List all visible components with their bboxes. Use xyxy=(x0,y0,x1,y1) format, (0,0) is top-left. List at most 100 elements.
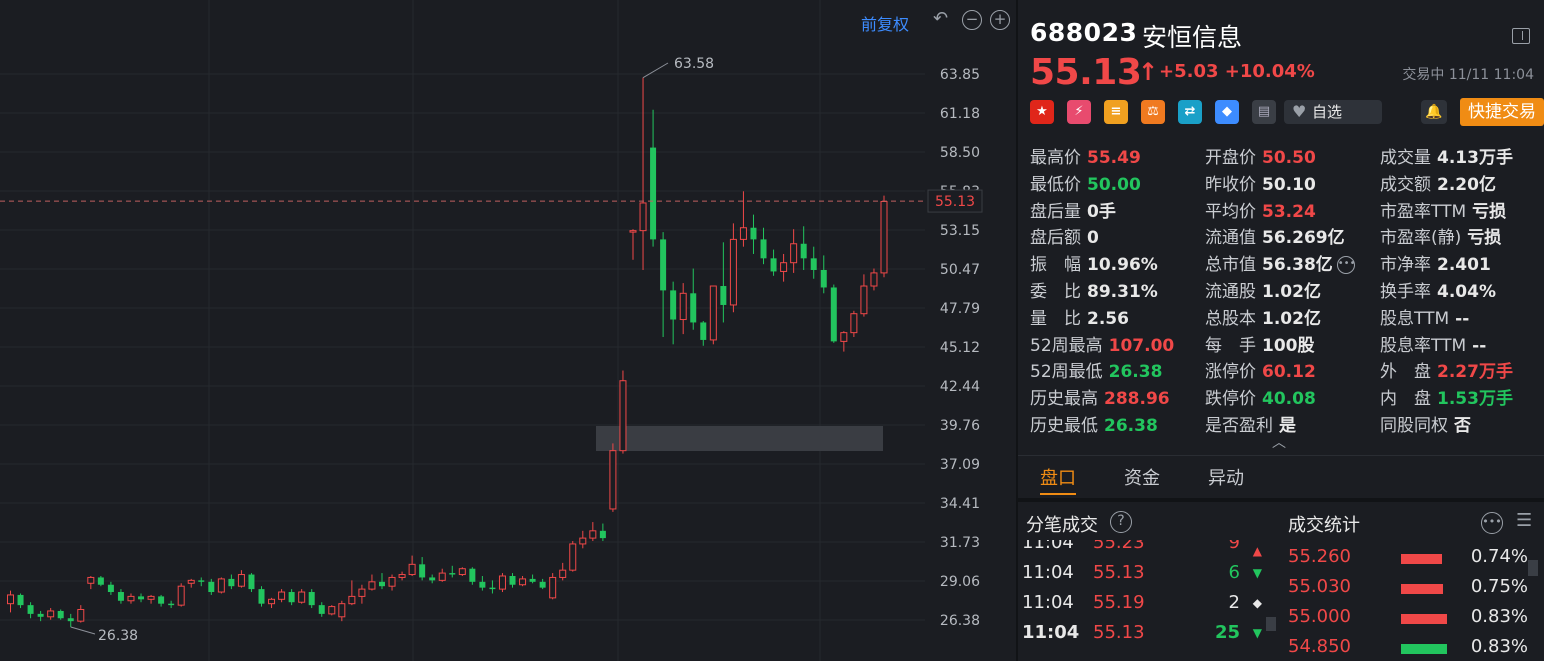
stat-item: 52周最高 107.00 xyxy=(1030,331,1174,356)
candle-body xyxy=(187,579,195,584)
candle-body xyxy=(77,609,85,622)
stat-value: 50.50 xyxy=(1262,148,1316,168)
shuffle-icon[interactable]: ⇄ xyxy=(1178,100,1202,124)
candle-body xyxy=(840,332,848,342)
stat-value: 否 xyxy=(1454,416,1471,436)
divider xyxy=(1018,455,1544,456)
candle-body xyxy=(720,286,727,305)
tick-row: 11:04 55.13 25 ▼ xyxy=(1022,622,1262,652)
candle-body xyxy=(208,581,215,593)
active-tab-underline xyxy=(1040,493,1076,495)
bell-icon[interactable]: 🔔 xyxy=(1421,100,1447,124)
stat-label: 成交量 xyxy=(1380,148,1431,168)
stat-label: 总股本 xyxy=(1205,308,1256,329)
stat-value: 10.96% xyxy=(1087,255,1158,276)
price-zone-band xyxy=(596,426,883,451)
stat-value: 1.53万手 xyxy=(1437,389,1513,410)
tab-capital[interactable]: 资金 xyxy=(1124,464,1160,490)
more-options-icon[interactable]: ••• xyxy=(1481,512,1503,534)
max-price-leader xyxy=(642,62,669,79)
candle-body xyxy=(67,618,74,622)
stat-item: 振 幅 10.96% xyxy=(1030,250,1158,275)
stock-name: 安恒信息 xyxy=(1142,23,1243,52)
tick-direction-icon: ◆ xyxy=(1252,596,1262,610)
candle-body xyxy=(237,574,245,587)
last-price: 55.13 xyxy=(1030,52,1142,93)
market-cap-more-icon[interactable]: ••• xyxy=(1336,256,1355,275)
candle-body xyxy=(408,563,416,576)
stat-label: 每 手 xyxy=(1205,335,1256,356)
zoom-in-icon[interactable]: + xyxy=(990,10,1010,30)
stat-label: 股息率TTM xyxy=(1380,335,1467,356)
candle-body xyxy=(298,591,306,603)
candle-body xyxy=(860,285,868,315)
stat-value: 2.401 xyxy=(1437,255,1491,276)
zoom-out-icon[interactable]: − xyxy=(962,10,982,30)
stat-price: 54.850 xyxy=(1288,636,1351,657)
candle-body xyxy=(198,580,205,582)
stat-item: 换手率 4.04% xyxy=(1380,277,1496,302)
stat-price: 55.000 xyxy=(1288,606,1351,627)
margin-trading-icon[interactable]: ⚡ xyxy=(1067,100,1091,124)
candle-body xyxy=(97,577,104,585)
candle-body xyxy=(498,575,506,590)
stat-item: 股息率TTM -- xyxy=(1380,331,1486,356)
candle-body xyxy=(509,575,516,585)
tab-events[interactable]: 异动 xyxy=(1208,464,1244,490)
stat-item: 总市值 56.38亿 ••• xyxy=(1205,250,1355,275)
stat-value: 56.269亿 xyxy=(1262,228,1345,249)
stat-label: 52周最低 xyxy=(1030,362,1103,383)
scale-icon[interactable]: ⚖ xyxy=(1141,100,1165,124)
stat-item: 市盈率(静) 亏损 xyxy=(1380,223,1501,248)
add-favorite-button[interactable]: ♥ 自选 xyxy=(1284,100,1382,124)
candle-body xyxy=(639,202,647,232)
tab-orderbook[interactable]: 盘口 xyxy=(1040,464,1076,490)
stats-scrollbar[interactable] xyxy=(1528,560,1538,576)
kline-chart-pane[interactable]: 63.8561.1858.5055.8353.1550.4747.7945.12… xyxy=(0,0,1016,661)
candle-body xyxy=(619,380,627,452)
reset-icon[interactable]: ↶ xyxy=(933,9,953,29)
candle-body xyxy=(629,230,637,233)
candle-body xyxy=(338,603,346,618)
collapse-chevron-icon[interactable]: ︿ xyxy=(1272,432,1286,452)
candle-body xyxy=(458,568,466,576)
stat-percent: 0.83% xyxy=(1470,606,1528,627)
stat-item: 历史最高 288.96 xyxy=(1030,384,1170,409)
adjust-mode-button[interactable]: 前复权 xyxy=(861,11,909,35)
tag-icon[interactable]: ◆ xyxy=(1215,100,1239,124)
candle-body xyxy=(760,239,767,259)
candle-body xyxy=(328,606,336,615)
price-stat-row: 54.850 0.83% xyxy=(1288,636,1528,661)
candle-body xyxy=(117,592,124,601)
stat-item: 流通股 1.02亿 xyxy=(1205,277,1321,302)
stat-label: 平均价 xyxy=(1205,201,1256,222)
candle-body xyxy=(739,227,747,240)
china-flag-icon[interactable]: ★ xyxy=(1030,100,1054,124)
candlestick-chart[interactable]: 63.8561.1858.5055.8353.1550.4747.7945.12… xyxy=(0,0,1016,661)
candle-body xyxy=(850,313,858,334)
help-icon[interactable]: ? xyxy=(1110,511,1132,533)
layout-toggle-icon[interactable] xyxy=(1512,28,1530,44)
stat-item: 盘后额 0 xyxy=(1030,223,1099,248)
ticks-title: 分笔成交 xyxy=(1026,515,1098,536)
y-tick-label: 26.38 xyxy=(940,613,980,629)
stat-label: 最低价 xyxy=(1030,174,1081,195)
candle-body xyxy=(27,605,34,614)
list-view-icon[interactable]: ☰ xyxy=(1516,510,1536,532)
y-tick-label: 29.06 xyxy=(940,574,980,590)
candle-body xyxy=(388,576,396,587)
database-icon[interactable]: ≡ xyxy=(1104,100,1128,124)
candle-body xyxy=(37,613,44,617)
stat-item: 外 盘 2.27万手 xyxy=(1380,357,1513,382)
stat-label: 昨收价 xyxy=(1205,174,1256,195)
ticks-scrollbar[interactable] xyxy=(1266,617,1276,631)
stat-item: 量 比 2.56 xyxy=(1030,304,1129,329)
stat-item: 平均价 53.24 xyxy=(1205,197,1316,222)
tick-volume: 2 xyxy=(1228,592,1240,613)
min-price-leader xyxy=(70,626,96,635)
candle-body xyxy=(489,587,496,590)
tick-price: 55.13 xyxy=(1093,562,1145,583)
candle-body xyxy=(539,581,546,588)
quick-trade-button[interactable]: 快捷交易 xyxy=(1460,98,1544,126)
document-icon[interactable]: ▤ xyxy=(1252,100,1276,124)
